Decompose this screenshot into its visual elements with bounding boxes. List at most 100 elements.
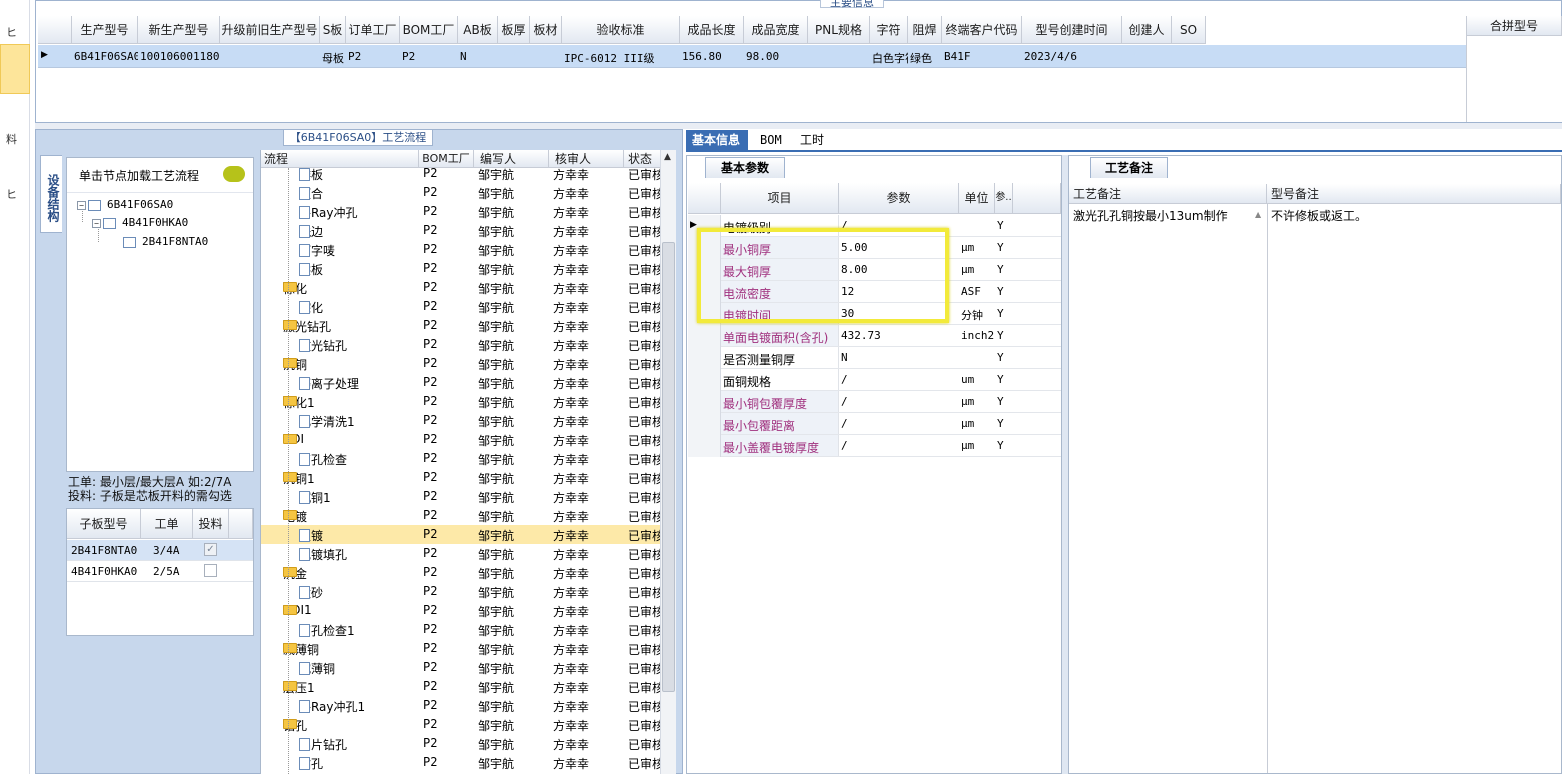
param-flag: Y — [997, 285, 1004, 298]
scroll-thumb[interactable] — [662, 242, 675, 692]
main-info-col[interactable]: 验收标准 — [562, 16, 680, 44]
tree-node[interactable]: −4B41F0HKA0 — [92, 216, 188, 229]
main-info-col[interactable]: 订单工厂 — [346, 16, 400, 44]
left-nav-selected-item[interactable] — [0, 44, 30, 94]
main-info-row[interactable]: ▶ 6B41F06SA010010600118053 母板 P2 P2 N IPC-6012… — [38, 45, 1466, 68]
table-row[interactable]: −沉金P2邹宇航方幸幸已审核 — [261, 563, 661, 582]
table-row[interactable]: −钻孔P2邹宇航方幸幸已审核 — [261, 715, 661, 734]
table-row[interactable]: 盲孔检查 P2 邹宇航 方幸幸 已审核 — [261, 449, 661, 468]
param-col-item[interactable]: 项目 — [721, 183, 839, 214]
main-info-col[interactable]: 型号创建时间 — [1022, 16, 1122, 44]
left-nav-glyph[interactable]: ヒ — [6, 24, 17, 40]
flow-col-factory[interactable]: BOM工厂 — [419, 150, 474, 168]
main-info-col[interactable]: SO — [1172, 16, 1206, 44]
table-row[interactable]: 铝片钻孔 P2 邹宇航 方幸幸 已审核 — [261, 734, 661, 753]
table-row[interactable]: 排板 P2 邹宇航 方幸幸 已审核 — [261, 168, 661, 183]
table-row[interactable]: −沉铜P2邹宇航方幸幸已审核 — [261, 354, 661, 373]
param-col-unit[interactable]: 单位 — [959, 183, 995, 214]
param-value[interactable]: 432.73 — [841, 329, 881, 342]
sub-grid-col-model[interactable]: 子板型号 — [67, 509, 141, 539]
scroll-up-icon[interactable]: ▲ — [664, 152, 671, 162]
main-info-col[interactable]: AB板 — [458, 16, 498, 44]
main-info-col[interactable]: 生产型号 — [72, 16, 138, 44]
tab-bom[interactable]: BOM — [754, 130, 788, 151]
tree-node[interactable]: 2B41F8NTA0 — [123, 235, 208, 248]
main-info-col[interactable]: 成品长度 — [680, 16, 744, 44]
main-info-col[interactable]: 板厚 — [498, 16, 530, 44]
param-value[interactable]: / — [841, 417, 848, 430]
table-row[interactable]: 等离子处理 P2 邹宇航 方幸幸 已审核 — [261, 373, 661, 392]
table-row[interactable]: −激光钻孔P2邹宇航方幸幸已审核 — [261, 316, 661, 335]
param-row[interactable]: 最小包覆距离 / μm Y — [688, 413, 1061, 435]
main-info-col[interactable]: 阻焊 — [908, 16, 942, 44]
table-row[interactable]: 沉铜1 P2 邹宇航 方幸幸 已审核 — [261, 487, 661, 506]
main-info-col[interactable]: S板 — [320, 16, 346, 44]
table-row[interactable]: 钻孔 P2 邹宇航 方幸幸 已审核 — [261, 753, 661, 772]
table-row[interactable]: 化学清洗1 P2 邹宇航 方幸幸 已审核 — [261, 411, 661, 430]
merge-model-list[interactable] — [1466, 36, 1562, 122]
table-row[interactable]: 铣边 P2 邹宇航 方幸幸 已审核 — [261, 221, 661, 240]
table-row[interactable]: 喷砂 P2 邹宇航 方幸幸 已审核 — [261, 582, 661, 601]
sub-grid-col-feed[interactable]: 投料 — [193, 509, 229, 539]
tab-work-hours[interactable]: 工时 — [794, 130, 830, 151]
table-row[interactable]: −层压1P2邹宇航方幸幸已审核 — [261, 677, 661, 696]
main-info-col[interactable]: 终端客户代码 — [942, 16, 1022, 44]
main-info-col[interactable]: 创建人 — [1122, 16, 1172, 44]
table-row[interactable]: 减薄铜 P2 邹宇航 方幸幸 已审核 — [261, 658, 661, 677]
table-row[interactable]: X-Ray冲孔1 P2 邹宇航 方幸幸 已审核 — [261, 696, 661, 715]
main-info-col[interactable]: 升级前旧生产型号 — [220, 16, 320, 44]
table-row[interactable]: 打字唛 P2 邹宇航 方幸幸 已审核 — [261, 240, 661, 259]
param-row[interactable]: 单面电镀面积(含孔) 432.73 inch2 Y — [688, 325, 1061, 347]
table-row[interactable]: −沉铜1P2邹宇航方幸幸已审核 — [261, 468, 661, 487]
param-value[interactable]: / — [841, 439, 848, 452]
main-info-col[interactable]: BOM工厂 — [400, 16, 458, 44]
table-row[interactable]: 电镀填孔 P2 邹宇航 方幸幸 已审核 — [261, 544, 661, 563]
table-row[interactable]: −AOIP2邹宇航方幸幸已审核 — [261, 430, 661, 449]
flow-col-reviewer[interactable]: 核审人 — [549, 150, 624, 168]
speech-bubble-icon[interactable] — [223, 166, 245, 182]
table-row[interactable]: 板镀 P2 邹宇航 方幸幸 已审核 — [261, 525, 661, 544]
param-value[interactable]: / — [841, 395, 848, 408]
main-info-col[interactable]: 板材 — [530, 16, 562, 44]
sub-grid-col-order[interactable]: 工单 — [141, 509, 193, 539]
main-info-col[interactable]: 新生产型号 — [138, 16, 220, 44]
feed-checkbox[interactable] — [204, 564, 217, 577]
table-row[interactable]: 4B41F0HKA0 2/5A — [67, 561, 253, 582]
process-note-text[interactable]: 激光孔孔铜按最小13um制作 — [1073, 207, 1228, 224]
table-row[interactable]: −电镀P2邹宇航方幸幸已审核 — [261, 506, 661, 525]
table-row[interactable]: 棕化 P2 邹宇航 方幸幸 已审核 — [261, 297, 661, 316]
param-col-value[interactable]: 参数 — [839, 183, 959, 214]
param-row[interactable]: 是否测量铜厚 N Y — [688, 347, 1061, 369]
flow-scrollbar[interactable]: ▲ — [660, 150, 676, 774]
param-value[interactable]: N — [841, 351, 848, 364]
table-row[interactable]: −棕化1P2邹宇航方幸幸已审核 — [261, 392, 661, 411]
param-col-flag[interactable]: 参.. — [995, 183, 1013, 214]
flow-col-status[interactable]: 状态 — [624, 150, 661, 168]
table-row[interactable]: 激光钻孔 P2 邹宇航 方幸幸 已审核 — [261, 335, 661, 354]
left-nav-glyph[interactable]: 料 — [6, 131, 17, 147]
param-value[interactable]: / — [841, 373, 848, 386]
table-row[interactable]: 盲孔检查1 P2 邹宇航 方幸幸 已审核 — [261, 620, 661, 639]
table-row[interactable]: 压合 P2 邹宇航 方幸幸 已审核 — [261, 183, 661, 202]
table-row[interactable]: −AOI1P2邹宇航方幸幸已审核 — [261, 601, 661, 620]
feed-checkbox-checked[interactable]: ✓ — [204, 543, 217, 556]
device-structure-tab[interactable]: 设备结构 — [40, 155, 62, 233]
table-row[interactable]: X-Ray冲孔 P2 邹宇航 方幸幸 已审核 — [261, 202, 661, 221]
table-row[interactable]: 2B41F8NTA0 3/4A ✓ — [67, 540, 253, 561]
note-scroll-up-icon[interactable]: ▲ — [1255, 210, 1261, 219]
main-info-col[interactable]: PNL规格 — [808, 16, 870, 44]
param-row[interactable]: 最小盖覆电镀厚度 / μm Y — [688, 435, 1061, 457]
table-row[interactable]: 烘板 P2 邹宇航 方幸幸 已审核 — [261, 259, 661, 278]
param-row[interactable]: 面铜规格 / um Y — [688, 369, 1061, 391]
tab-basic-info[interactable]: 基本信息 — [686, 130, 748, 151]
flow-col-process[interactable]: 流程 — [261, 150, 419, 168]
main-info-col[interactable]: 字符 — [870, 16, 908, 44]
main-info-col[interactable]: 成品宽度 — [744, 16, 808, 44]
param-row[interactable]: 最小铜包覆厚度 / μm Y — [688, 391, 1061, 413]
table-row[interactable]: −棕化P2邹宇航方幸幸已审核 — [261, 278, 661, 297]
tree-node[interactable]: −6B41F06SA0 — [77, 198, 173, 211]
left-nav-glyph[interactable]: ヒ — [6, 186, 17, 202]
table-row[interactable]: −减薄铜P2邹宇航方幸幸已审核 — [261, 639, 661, 658]
model-note-text[interactable]: 不许修板或返工。 — [1271, 207, 1367, 224]
flow-col-writer[interactable]: 编写人 — [474, 150, 549, 168]
